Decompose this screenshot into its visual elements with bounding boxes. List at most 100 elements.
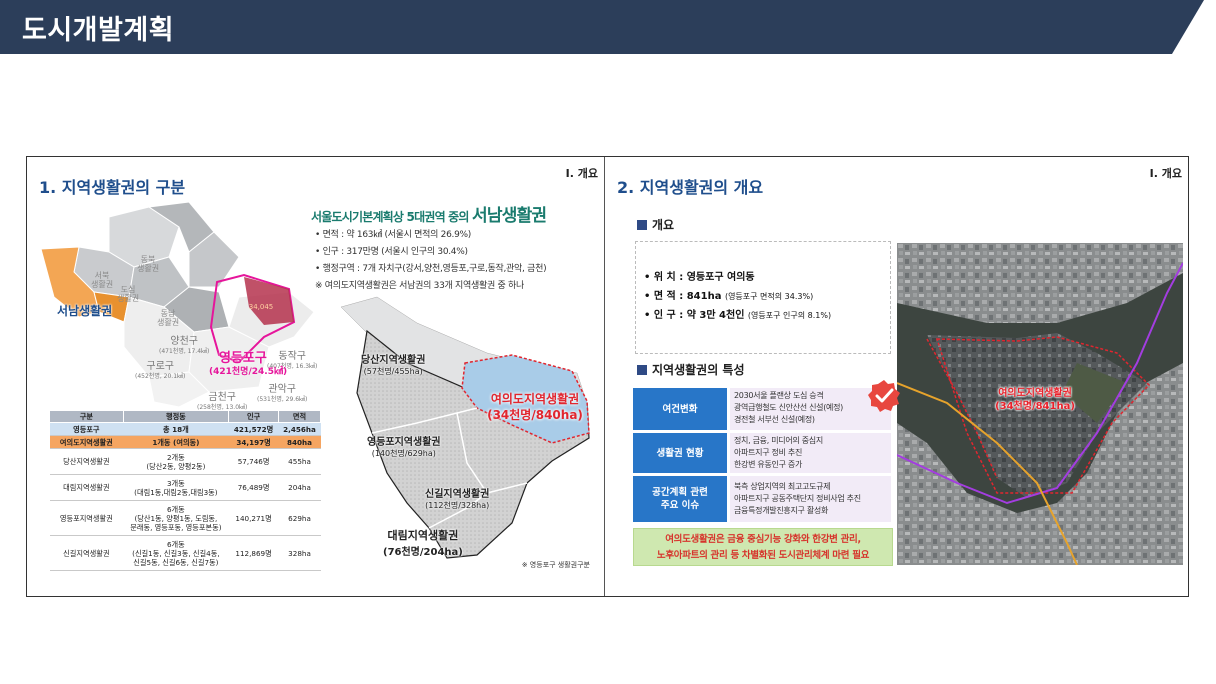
district-map	[337, 293, 599, 563]
aerial-label-name: 여의도지역생활권	[998, 388, 1072, 399]
feature-line: 2030서울 플랜상 도심 승격	[734, 391, 824, 400]
overview-small: (영등포구 인구의 8.1%)	[747, 311, 832, 320]
table-header: 면적	[278, 410, 321, 423]
table-cell: 대림지역생활권	[49, 474, 124, 501]
right-panel: 2. 지역생활권의 개요 Ⅰ. 개요 개요 • 위 치 : 영등포구 여의동 •…	[605, 157, 1188, 596]
section-tag: Ⅰ. 개요	[565, 167, 598, 180]
dongjak-name: 동작구	[278, 351, 306, 362]
yangcheon-name: 양천구	[170, 336, 198, 347]
aerial-label-sub: (34천명/841ha)	[995, 401, 1075, 412]
table-cell: 당산지역생활권	[49, 448, 124, 475]
overview-heading: 개요	[637, 216, 674, 233]
content-frame: 1. 지역생활권의 구분 Ⅰ. 개요 34,045 서북 생활권 동북 생활권 …	[26, 156, 1189, 597]
slide-page: 도시개발계획 1. 지역생활권의 구분 Ⅰ. 개요 34,045 서북 생활권 …	[0, 0, 1216, 684]
seoul-map: 34,045 서북 생활권 동북 생활권 도심 생활권 동남 생활권 서남생활권 양천구…	[39, 197, 329, 411]
district-table: 구분 행정동 인구 면적 영등포구 총 18개 421,572명 2,456ha 여의도…	[49, 410, 321, 571]
table-cell: 328ha	[278, 535, 321, 571]
gwanak-sub: (531천명, 29.6㎢)	[257, 396, 308, 403]
feature-line: 한강변 유동인구 증가	[734, 460, 803, 469]
map-label-guro: 구로구 (452천명, 20.1㎢)	[135, 362, 185, 381]
daerim-sub: (76천명/204ha)	[383, 547, 463, 558]
guro-name: 구로구	[146, 361, 174, 372]
table-cell: 1개동 (여의동)	[123, 435, 229, 449]
section-tag: Ⅰ. 개요	[1149, 167, 1182, 180]
table-cell: 여의도지역생활권	[49, 435, 124, 449]
overview-item: • 면 적 : 841ha (영등포구 면적의 34.3%)	[644, 287, 890, 306]
overview-small: (영등포구 면적의 34.3%)	[724, 292, 814, 301]
spatial-title: 서울도시기본계획상 5대권역 중의 서남생활권	[311, 201, 547, 226]
table-row: 신길지역생활권 6개동 (신길1동, 신길3동, 신길4동, 신길5동, 신길6동…	[49, 535, 321, 571]
table-row: 당산지역생활권 2개동 (당산2동, 양평2동) 57,746명 455ha	[49, 448, 321, 475]
square-bullet-icon	[637, 220, 647, 230]
district-label-dangsan: 당산지역생활권 (57천명/455ha)	[361, 351, 425, 377]
ydp-name: 영등포지역생활권	[367, 437, 441, 448]
table-cell: 421,572명	[228, 422, 279, 436]
table-cell: 총 18개	[123, 422, 229, 436]
feature-line: 정치, 금융, 미디어의 중심지	[734, 436, 823, 445]
table-header: 행정동	[122, 410, 230, 423]
yeouido-name: 여의도지역생활권	[490, 392, 580, 406]
feature-head: 여건변화	[633, 388, 727, 430]
left-footnote: ※ 영등포구 생활권구분	[521, 561, 590, 569]
aerial-label: 여의도지역생활권 (34천명/841ha)	[985, 387, 1085, 413]
svg-text:34,045: 34,045	[249, 303, 274, 311]
overview-main: • 위 치 : 영등포구 여의동	[644, 272, 755, 283]
table-header: 인구	[228, 410, 280, 423]
map-label-gwanak: 관악구 (531천명, 29.6㎢)	[257, 385, 307, 404]
left-panel-title: 1. 지역생활권의 구분	[39, 178, 186, 197]
table-cell: 34,197명	[228, 435, 279, 449]
square-bullet-icon	[637, 365, 647, 375]
table-cell: 840ha	[278, 435, 321, 449]
table-cell: 140,271명	[228, 500, 279, 536]
gwanak-name: 관악구	[268, 384, 296, 395]
table-header: 구분	[49, 410, 124, 423]
feature-line: 북측 상업지역의 최고고도규제	[734, 482, 831, 491]
overview-item: • 위 치 : 영등포구 여의동	[644, 268, 890, 287]
left-panel: 1. 지역생활권의 구분 Ⅰ. 개요 34,045 서북 생활권 동북 생활권 …	[27, 157, 605, 596]
overview-main: • 인 구 : 약 3만 4천인	[644, 310, 748, 321]
bullet-item: • 인구 : 317만명 (서울시 인구의 30.4%)	[315, 247, 468, 257]
dangsan-name: 당산지역생활권	[361, 355, 426, 366]
table-cell: 2,456ha	[278, 422, 321, 436]
overview-item: • 인 구 : 약 3만 4천인 (영등포구 인구의 8.1%)	[644, 306, 890, 325]
feature-heading-text: 지역생활권의 특성	[652, 363, 745, 377]
map-label-yangcheon: 양천구 (471천명, 17.4㎢)	[159, 337, 209, 356]
right-panel-title: 2. 지역생활권의 개요	[617, 178, 764, 197]
spatial-title-big: 서남생활권	[472, 206, 547, 226]
feature-row-1: 생활권 현황 정치, 금융, 미디어의 중심지 아파트지구 정비 추진 한강변 …	[633, 433, 891, 473]
guro-sub: (452천명, 20.1㎢)	[135, 373, 186, 380]
district-label-singil: 신길지역생활권 (112천명/328ha)	[425, 485, 489, 511]
header-shape	[0, 0, 1204, 54]
table-cell: 신길지역생활권	[49, 535, 124, 571]
table-row: 영등포구 총 18개 421,572명 2,456ha	[49, 422, 321, 436]
header-banner: 도시개발계획	[0, 0, 1216, 54]
overview-heading-text: 개요	[652, 218, 675, 232]
table-cell: 2개동 (당산2동, 양평2동)	[123, 448, 229, 475]
ydp-sub: (140천명/629ha)	[371, 449, 436, 458]
table-cell: 112,869명	[228, 535, 279, 571]
map-label-seobuk: 서북 생활권	[91, 271, 114, 289]
feature-row-2: 공간계획 관련 주요 이슈 북측 상업지역의 최고고도규제 아파트지구 공동주택…	[633, 476, 891, 522]
table-cell: 204ha	[278, 474, 321, 501]
table-cell: 3개동 (대림1동,대림2동,대림3동)	[123, 474, 229, 501]
table-body: 영등포구 총 18개 421,572명 2,456ha 여의도지역생활권 1개동 (여의동…	[49, 422, 321, 571]
bullet-item: • 행정구역 : 7개 자치구(강서,양천,영등포,구로,동작,관악, 금천)	[315, 264, 547, 274]
banner-line: 여의도생활권은 금융 중심기능 강화와 한강변 관리,	[665, 534, 861, 545]
district-label-yeouido: 여의도지역생활권 (34천명/840ha)	[465, 391, 605, 423]
banner-line: 노후아파트의 관리 등 차별화된 도시관리체계 마련 필요	[656, 550, 870, 561]
table-row: 대림지역생활권 3개동 (대림1동,대림2동,대림3동) 76,489명 204ha	[49, 474, 321, 501]
yangcheon-sub: (471천명, 17.4㎢)	[159, 348, 210, 355]
conclusion-banner: 여의도생활권은 금융 중심기능 강화와 한강변 관리, 노후아파트의 관리 등 …	[633, 528, 893, 566]
geumcheon-name: 금천구	[208, 392, 236, 403]
dangsan-sub: (57천명/455ha)	[363, 367, 423, 376]
spatial-title-prefix: 서울도시기본계획상 5대권역 중의	[311, 210, 473, 224]
feature-line: 경전철 서부선 신설(예정)	[734, 415, 815, 424]
singil-sub: (112천명/328ha)	[425, 501, 490, 510]
table-cell: 6개동 (신길1동, 신길3동, 신길4동, 신길5동, 신길6동, 신길7동)	[123, 535, 229, 571]
table-cell: 455ha	[278, 448, 321, 475]
district-label-ydp: 영등포지역생활권 (140천명/629ha)	[367, 433, 441, 459]
table-cell: 629ha	[278, 500, 321, 536]
feature-line: 아파트지구 공동주택단지 정비사업 추진	[734, 494, 861, 503]
yeouido-sub: (34천명/840ha)	[487, 408, 583, 422]
table-cell: 6개동 (당산1동, 양평1동, 도림동, 문래동, 영등포동, 영등포본동)	[123, 500, 229, 536]
